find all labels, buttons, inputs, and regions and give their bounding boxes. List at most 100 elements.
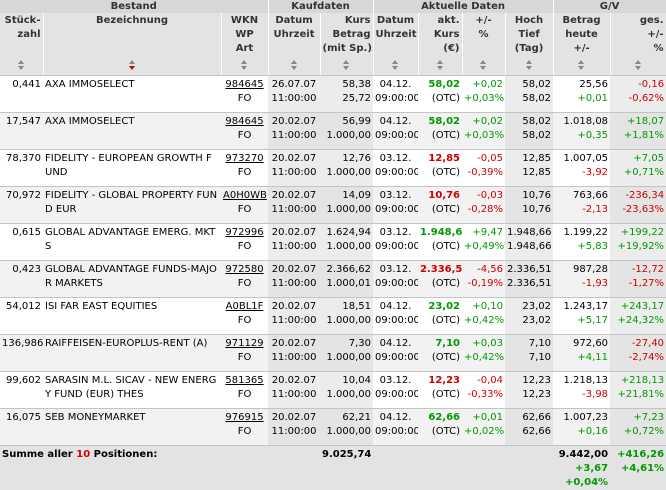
cell-betrag: 1.218,13-3,98 <box>553 372 610 409</box>
cell-hoch-tief: 10,7610,76 <box>505 187 553 224</box>
cell-stueckzahl: 17,547 <box>0 113 43 150</box>
cell-bezeichnung: FIDELITY - EUROPEAN GROWTH FUND <box>43 150 221 187</box>
cell-kauf-datum: 20.02.0711:00:00 <box>268 298 320 335</box>
cell-kauf-kurs: 2.366,621.000,01 <box>320 261 373 298</box>
cell-hoch-tief: 1.948,661.948,66 <box>505 224 553 261</box>
table-row: 0,423GLOBAL ADVANTAGE FUNDS-MAJOR MARKET… <box>0 261 666 298</box>
summary-label: Summe aller 10 Positionen: <box>0 446 320 490</box>
cell-betrag: 1.199,22+5,83 <box>553 224 610 261</box>
wkn-link[interactable]: 973270 <box>223 152 266 166</box>
cell-wkn: 972996FO <box>221 224 268 261</box>
portfolio-table: Bestand Kaufdaten Aktuelle Daten G/V Stü… <box>0 0 666 490</box>
cell-gesamt: +18,07+1,81% <box>610 113 666 150</box>
cell-gesamt: +199,22+19,92% <box>610 224 666 261</box>
sort-arrows-icon-akt-datum[interactable] <box>392 58 399 72</box>
column-header-ges: ges.+/-% <box>610 13 666 58</box>
cell-akt-datum: 03.12.09:00:00 <box>373 261 418 298</box>
cell-aenderung: +0,02+0,03% <box>462 113 505 150</box>
cell-bezeichnung: RAIFFEISEN-EUROPLUS-RENT (A) <box>43 335 221 372</box>
wkn-link[interactable]: 971129 <box>223 337 266 351</box>
cell-kauf-datum: 20.02.0711:00:00 <box>268 335 320 372</box>
cell-betrag: 1.007,23+0,16 <box>553 409 610 446</box>
cell-aenderung: -0,03-0,28% <box>462 187 505 224</box>
cell-stueckzahl: 0,441 <box>0 76 43 113</box>
cell-betrag: 987,28-1,93 <box>553 261 610 298</box>
cell-betrag: 972,60+4,11 <box>553 335 610 372</box>
sort-arrows-icon-wkn[interactable] <box>241 58 248 72</box>
cell-betrag: 1.243,17+5,17 <box>553 298 610 335</box>
cell-stueckzahl: 16,075 <box>0 409 43 446</box>
cell-kauf-kurs: 62,211.000,00 <box>320 409 373 446</box>
wkn-link[interactable]: 581365 <box>223 374 266 388</box>
cell-gesamt: -0,16-0,62% <box>610 76 666 113</box>
table-row: 16,075SEB MONEYMARKET976915FO20.02.0711:… <box>0 409 666 446</box>
sort-arrows-icon-akt-kurs[interactable] <box>437 58 444 72</box>
cell-aenderung: +0,10+0,42% <box>462 298 505 335</box>
cell-kauf-kurs: 14,091.000,00 <box>320 187 373 224</box>
cell-betrag: 1.018,08+0,35 <box>553 113 610 150</box>
cell-akt-datum: 03.12.09:00:00 <box>373 187 418 224</box>
wkn-link[interactable]: 976915 <box>223 411 266 425</box>
cell-akt-kurs: 10,76(OTC) <box>418 187 462 224</box>
cell-hoch-tief: 58,0258,02 <box>505 76 553 113</box>
column-header-bezeichnung: Bezeichnung <box>43 13 221 58</box>
sort-arrows-icon-aend[interactable] <box>480 58 487 72</box>
column-header-betrag: Betragheute+/- <box>553 13 610 58</box>
cell-betrag: 1.007,05-3,92 <box>553 150 610 187</box>
cell-wkn: 581365FO <box>221 372 268 409</box>
group-gv: G/V <box>553 0 666 13</box>
wkn-link[interactable]: 984645 <box>223 115 266 129</box>
cell-bezeichnung: FIDELITY - GLOBAL PROPERTY FUND EUR <box>43 187 221 224</box>
sort-arrows-icon-bezeichnung[interactable] <box>129 58 136 72</box>
cell-stueckzahl: 78,370 <box>0 150 43 187</box>
cell-kauf-datum: 20.02.0711:00:00 <box>268 150 320 187</box>
cell-aenderung: +0,02+0,03% <box>462 76 505 113</box>
cell-akt-datum: 03.12.09:00:00 <box>373 224 418 261</box>
column-header-akt-kurs: akt.Kurs(€) <box>418 13 462 58</box>
cell-akt-datum: 03.12.09:00:00 <box>373 150 418 187</box>
cell-akt-datum: 04.12.09:00:00 <box>373 409 418 446</box>
cell-stueckzahl: 70,972 <box>0 187 43 224</box>
wkn-link[interactable]: A0H0WB <box>223 189 266 203</box>
table-row: 0,615GLOBAL ADVANTAGE EMERG. MKTS972996F… <box>0 224 666 261</box>
cell-akt-datum: 04.12.09:00:00 <box>373 76 418 113</box>
sort-arrows-icon-kauf-datum[interactable] <box>291 58 298 72</box>
cell-betrag: 763,66-2,13 <box>553 187 610 224</box>
cell-akt-kurs: 62,66(OTC) <box>418 409 462 446</box>
cell-gesamt: +7,23+0,72% <box>610 409 666 446</box>
column-header-stueckzahl: Stück-zahl <box>0 13 43 58</box>
summary-ges: +416,26 +4,61% <box>610 446 666 490</box>
summary-row: Summe aller 10 Positionen: 9.025,74 9.44… <box>0 446 666 490</box>
cell-betrag: 25,56+0,01 <box>553 76 610 113</box>
cell-hoch-tief: 12,2312,23 <box>505 372 553 409</box>
summary-kauf-total: 9.025,74 <box>320 446 373 490</box>
cell-gesamt: +218,13+21,81% <box>610 372 666 409</box>
cell-stueckzahl: 0,423 <box>0 261 43 298</box>
cell-hoch-tief: 23,0223,02 <box>505 298 553 335</box>
sort-arrows-icon-betrag[interactable] <box>578 58 585 72</box>
sort-arrows-icon-kauf-kurs[interactable] <box>343 58 350 72</box>
cell-bezeichnung: SARASIN M.L. SICAV - NEW ENERGY FUND (EU… <box>43 372 221 409</box>
wkn-link[interactable]: 972996 <box>223 226 266 240</box>
sort-arrows-icon-ges[interactable] <box>635 58 642 72</box>
sort-arrows-icon-hochtief[interactable] <box>526 58 533 72</box>
cell-kauf-datum: 20.02.0711:00:00 <box>268 113 320 150</box>
cell-akt-kurs: 2.336,51(OTC) <box>418 261 462 298</box>
cell-bezeichnung: GLOBAL ADVANTAGE EMERG. MKTS <box>43 224 221 261</box>
cell-wkn: 972580FO <box>221 261 268 298</box>
summary-count: 10 <box>76 449 90 460</box>
cell-wkn: 971129FO <box>221 335 268 372</box>
wkn-link[interactable]: 972580 <box>223 263 266 277</box>
table-row: 70,972FIDELITY - GLOBAL PROPERTY FUND EU… <box>0 187 666 224</box>
cell-gesamt: +243,17+24,32% <box>610 298 666 335</box>
cell-akt-datum: 03.12.09:00:00 <box>373 372 418 409</box>
column-header-kauf-kurs: KursBetrag(mit Sp.) <box>320 13 373 58</box>
wkn-link[interactable]: A0BL1F <box>223 300 266 314</box>
cell-bezeichnung: AXA IMMOSELECT <box>43 113 221 150</box>
cell-stueckzahl: 136,986 <box>0 335 43 372</box>
cell-aenderung: +0,01+0,02% <box>462 409 505 446</box>
cell-akt-kurs: 23,02(OTC) <box>418 298 462 335</box>
sort-arrows-icon-stueckzahl[interactable] <box>18 58 25 72</box>
wkn-link[interactable]: 984645 <box>223 78 266 92</box>
cell-stueckzahl: 0,615 <box>0 224 43 261</box>
